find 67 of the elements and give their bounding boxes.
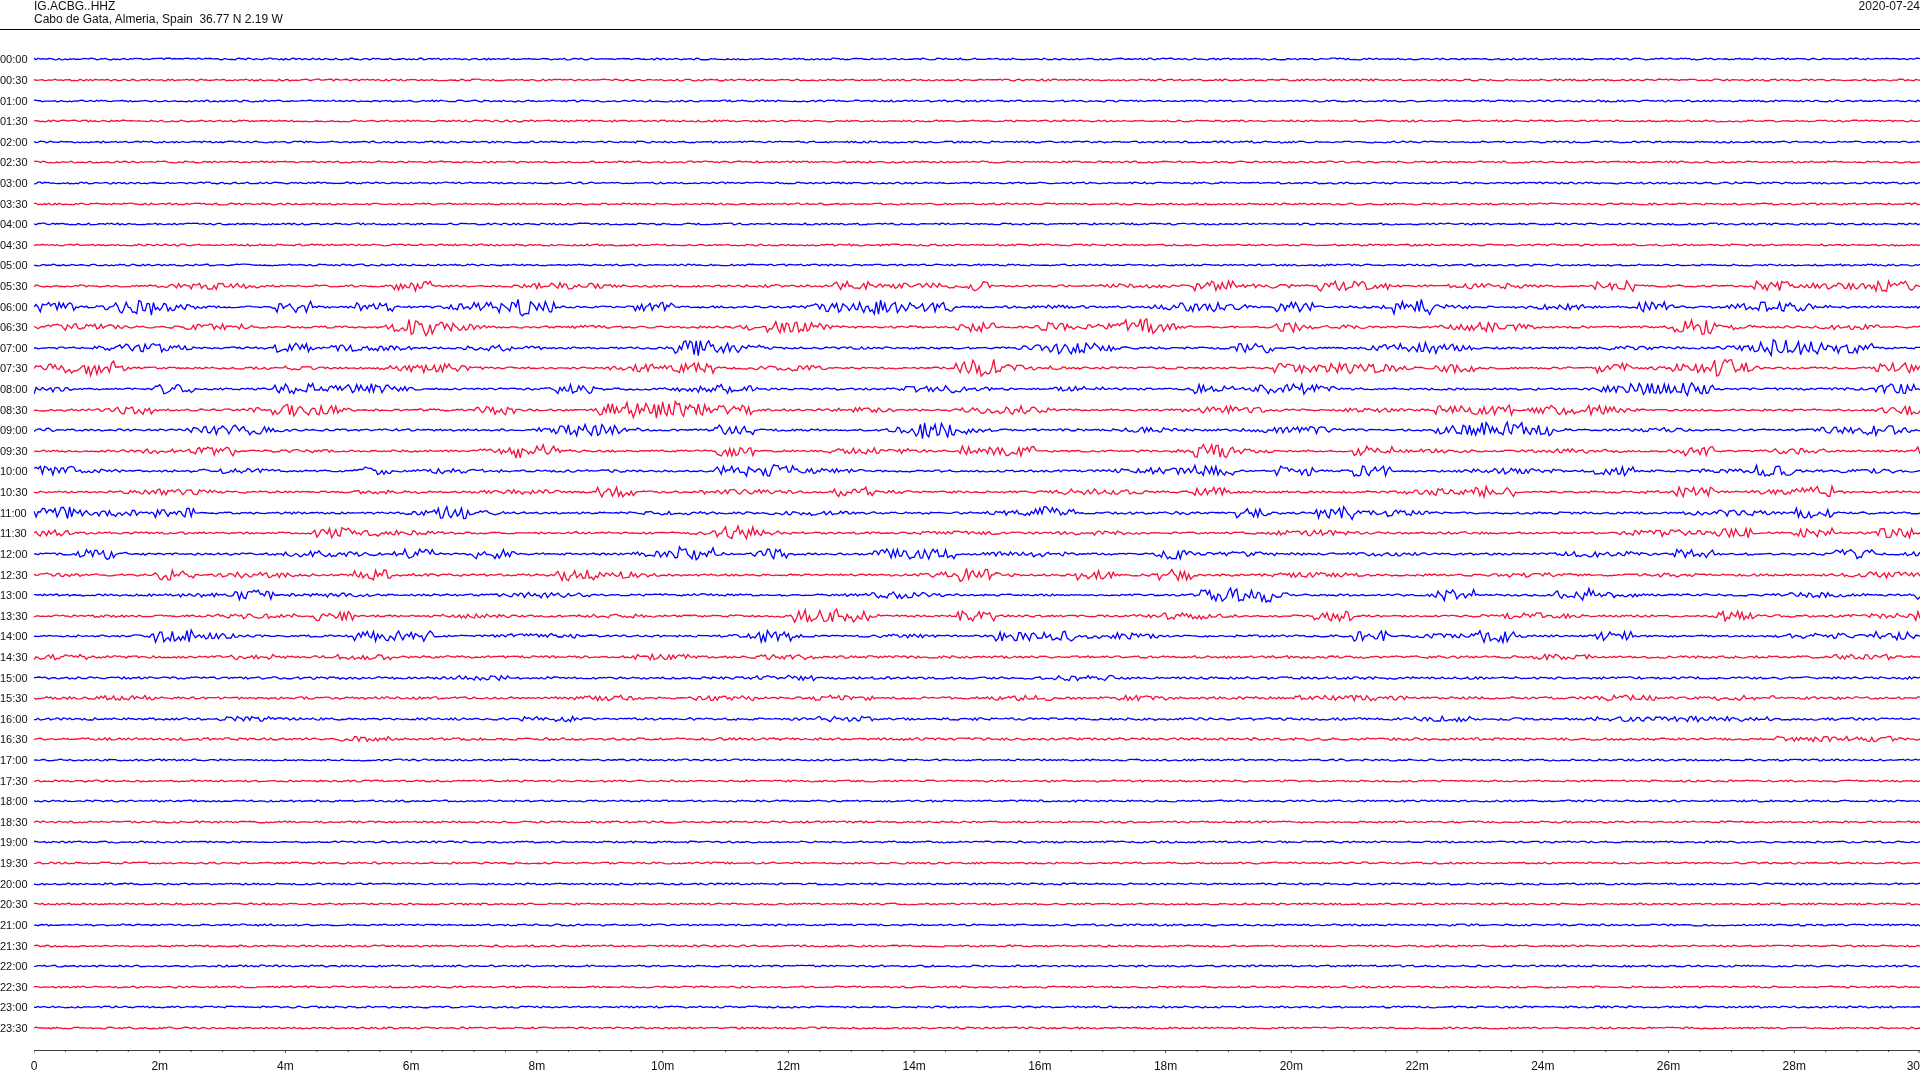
time-label: 19:30: [0, 857, 29, 870]
date-label: 2020-07-24: [1858, 0, 1920, 13]
time-label: 18:00: [0, 795, 29, 808]
time-label: 18:30: [0, 815, 29, 828]
time-label: 13:00: [0, 589, 29, 602]
tick-label: 22m: [1405, 1060, 1429, 1074]
time-label: 02:30: [0, 156, 29, 169]
time-label: 17:00: [0, 754, 29, 766]
tick-label: 10m: [651, 1060, 675, 1074]
time-label: 03:00: [0, 176, 29, 189]
time-label: 17:30: [0, 774, 29, 787]
tick-label: 2m: [151, 1060, 169, 1074]
time-label: 06:00: [0, 300, 29, 313]
time-label: 05:00: [0, 259, 29, 272]
time-label: 03:30: [0, 197, 29, 210]
tick-label: 0: [30, 1060, 38, 1074]
time-label: 07:00: [0, 341, 29, 354]
time-label: 16:00: [0, 712, 29, 725]
tick-label: 18m: [1153, 1060, 1178, 1074]
time-label: 20:30: [0, 898, 29, 911]
time-label: 10:00: [0, 465, 29, 478]
time-label: 14:30: [0, 650, 29, 663]
time-label: 22:00: [0, 960, 29, 973]
time-label: 14:00: [0, 630, 29, 643]
time-label: 08:30: [0, 403, 29, 416]
time-label: 11:00: [0, 506, 28, 519]
time-label: 01:00: [0, 94, 29, 107]
tick-label: 30: [1906, 1060, 1920, 1074]
time-label: 20:00: [0, 877, 29, 890]
time-label: 05:30: [0, 280, 29, 292]
tick-label: 28m: [1782, 1060, 1806, 1074]
tick-label: 20m: [1279, 1060, 1303, 1074]
time-label: 15:00: [0, 671, 29, 684]
time-label: 23:30: [0, 1021, 29, 1034]
time-label: 10:30: [0, 486, 29, 499]
time-label: 00:30: [0, 73, 29, 86]
time-label: 08:00: [0, 383, 29, 396]
tick-label: 24m: [1531, 1060, 1555, 1074]
time-label: 21:30: [0, 939, 29, 952]
time-label: 12:00: [0, 547, 29, 560]
time-label: 01:30: [0, 115, 29, 128]
time-label: 04:30: [0, 238, 29, 251]
time-label: 15:30: [0, 692, 29, 705]
time-label: 23:00: [0, 1001, 29, 1014]
tick-label: 26m: [1656, 1060, 1681, 1074]
tick-label: 14m: [902, 1060, 926, 1074]
tick-label: 12m: [776, 1060, 801, 1074]
time-label: 12:30: [0, 568, 29, 581]
time-label: 00:00: [0, 53, 29, 66]
time-label: 09:00: [0, 424, 29, 437]
time-label: 04:00: [0, 218, 29, 231]
time-label: 22:30: [0, 980, 29, 993]
time-label: 09:30: [0, 444, 29, 457]
station-code: IG.ACBG..HHZ: [34, 0, 117, 13]
tick-label: 6m: [402, 1060, 420, 1074]
tick-label: 8m: [528, 1060, 546, 1074]
time-label: 16:30: [0, 733, 29, 746]
time-label: 13:30: [0, 609, 29, 622]
time-label: 07:30: [0, 362, 29, 375]
tick-label: 4m: [277, 1060, 294, 1074]
time-label: 02:00: [0, 135, 29, 148]
station-location: Cabo de Gata, Almeria, Spain 36.77 N 2.19 W: [34, 13, 283, 26]
time-label: 11:30: [0, 527, 28, 540]
time-label: 21:00: [0, 918, 29, 931]
tick-label: 16m: [1028, 1060, 1052, 1074]
time-label: 06:30: [0, 321, 29, 334]
time-label: 19:00: [0, 836, 29, 849]
